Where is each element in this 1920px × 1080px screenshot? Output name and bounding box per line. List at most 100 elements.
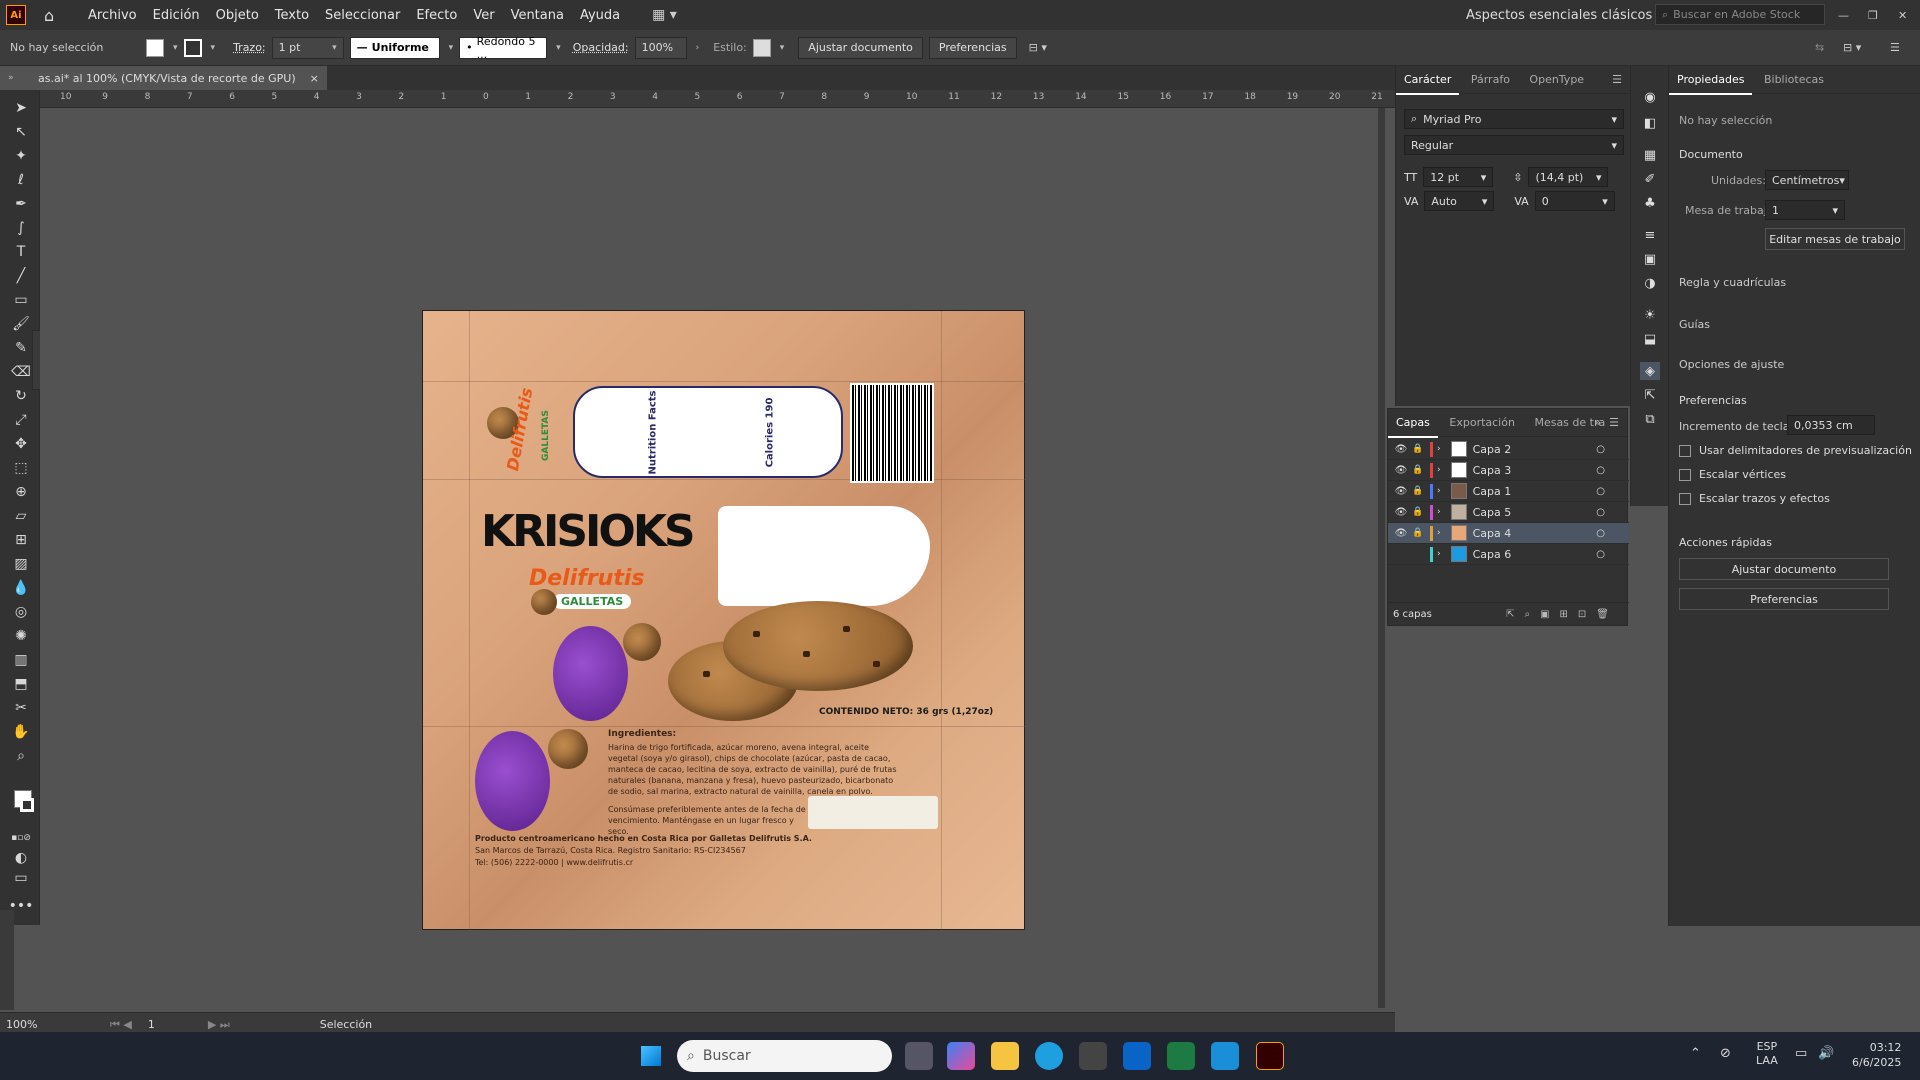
opacity-field[interactable]: 100% [634,36,687,59]
type-tool-icon[interactable]: T [10,242,32,262]
volume-icon[interactable]: 🔊 [1818,1046,1834,1061]
vscode-icon[interactable] [1211,1042,1239,1070]
curvature-tool-icon[interactable]: ∫ [10,218,32,238]
clock[interactable]: 03:12 6/6/2025 [1852,1040,1901,1070]
menu-edicion[interactable]: Edición [145,8,208,23]
network-icon[interactable]: ⊘ [1720,1046,1731,1061]
layer-row[interactable]: 👁 🔒 › Capa 4 ○ [1388,523,1629,544]
menu-efecto[interactable]: Efecto [408,8,465,23]
lasso-icon[interactable]: ℓ [10,170,32,190]
expand-icon[interactable]: » [1594,416,1601,429]
scale-strokes-checkbox[interactable]: Escalar trazos y efectos [1679,492,1830,505]
layer-row[interactable]: 👁 🔒 › Capa 3 ○ [1388,460,1629,481]
selection-tool-icon[interactable]: ➤ [10,98,32,118]
document-tab[interactable]: as.ai* al 100% (CMYK/Vista de recorte de… [0,66,327,90]
rectangle-tool-icon[interactable]: ▭ [10,290,32,310]
artboards-icon[interactable]: ⧉ [1640,410,1660,428]
tab-properties[interactable]: Propiedades [1669,66,1753,95]
menu-texto[interactable]: Texto [267,8,317,23]
draw-mode-icon[interactable]: ◐ [10,848,32,868]
lock-icon[interactable]: 🔒 [1410,465,1426,475]
edge-browser-icon[interactable] [1035,1042,1063,1070]
expand-arrow-icon[interactable]: › [1437,507,1441,517]
eye-icon[interactable]: 👁 [1392,465,1410,476]
eraser-tool-icon[interactable]: ⌫ [10,362,32,382]
lock-icon[interactable]: 🔒 [1410,444,1426,454]
color-guide-icon[interactable]: ◉ [1640,88,1660,106]
preview-bounds-checkbox[interactable]: Usar delimitadores de previsualización [1679,444,1912,457]
restore-icon[interactable]: ❐ [1868,9,1878,22]
symbol-sprayer-icon[interactable]: ✺ [10,626,32,646]
scale-tool-icon[interactable]: ⤢ [10,410,32,430]
tab-opentype[interactable]: OpenType [1521,66,1592,93]
layer-actions[interactable]: ⇱⌕▣⊞⊡🗑 [1506,609,1619,620]
expand-arrow-icon[interactable]: › [1437,549,1441,559]
lock-icon[interactable]: 🔒 [1410,507,1426,517]
panel-menu-icon[interactable]: ☰ [1612,73,1622,86]
color-icon[interactable]: ◧ [1640,114,1660,132]
layers-icon[interactable]: ◈ [1640,362,1660,380]
eyedropper-icon[interactable]: 💧 [10,578,32,598]
menu-ayuda[interactable]: Ayuda [572,8,628,23]
opacity-label[interactable]: Opacidad: [573,41,629,54]
expand-arrow-icon[interactable]: › [1437,444,1441,454]
eye-icon[interactable]: 👁 [1392,444,1410,455]
slice-tool-icon[interactable]: ✂ [10,698,32,718]
zoom-level[interactable]: 100% [0,1018,50,1031]
canvas-area[interactable]: Delifrutis GALLETAS Nutrition Facts Calo… [40,108,1385,1008]
preferences-button[interactable]: Preferencias [928,36,1017,59]
minimize-icon[interactable]: — [1838,9,1849,22]
excel-icon[interactable] [1167,1042,1195,1070]
brushes-icon[interactable]: ✐ [1640,170,1660,188]
leading-field[interactable]: (14,4 pt) ▾ [1528,167,1609,187]
display-icon[interactable]: ▭ [1795,1046,1807,1061]
lock-icon[interactable]: 🔒 [1410,486,1426,496]
target-icon[interactable]: ○ [1596,507,1605,518]
chevron-down-icon[interactable]: ▾ [211,43,216,53]
stroke-swatch[interactable] [183,38,202,57]
menu-ventana[interactable]: Ventana [503,8,572,23]
graphic-style-swatch[interactable] [752,38,771,57]
zoom-tool-icon[interactable]: ⌕ [10,746,32,766]
swatches-icon[interactable]: ▦ [1640,146,1660,164]
adobe-stock-search[interactable]: ⌕ Buscar en Adobe Stock [1655,4,1825,25]
appearance-icon[interactable]: ☀ [1640,306,1660,324]
graphic-styles-icon[interactable]: ⬓ [1640,330,1660,348]
layer-row[interactable]: 👁 🔒 › Capa 1 ○ [1388,481,1629,502]
microsoft-store-icon[interactable] [1079,1042,1107,1070]
scale-corners-checkbox[interactable]: Escalar vértices [1679,468,1786,481]
transparency-icon[interactable]: ◑ [1640,274,1660,292]
column-graph-icon[interactable]: ▥ [10,650,32,670]
workspace-switcher[interactable]: Aspectos esenciales clásicos ▾ [1466,8,1663,23]
hamburger-menu-icon[interactable]: ☰ [1890,41,1900,54]
stroke-weight-field[interactable]: 1 pt ▾ [271,36,344,59]
font-size-field[interactable]: 12 pt ▾ [1423,167,1494,187]
brush-definition[interactable]: • Redondo 5 ... [459,35,548,61]
line-tool-icon[interactable]: ╱ [10,266,32,286]
task-view-icon[interactable] [905,1042,933,1070]
tab-layers[interactable]: Capas [1388,409,1438,438]
puppet-warp-icon[interactable]: ✥ [10,434,32,454]
close-window-icon[interactable]: ✕ [1898,9,1907,22]
menu-objeto[interactable]: Objeto [208,8,267,23]
units-dropdown[interactable]: Centímetros ▾ [1765,170,1849,190]
tray-chevron-icon[interactable]: ⌃ [1690,1046,1701,1061]
tracking-field[interactable]: 0 ▾ [1534,191,1615,211]
font-style-field[interactable]: Regular ▾ [1404,135,1624,155]
hand-tool-icon[interactable]: ✋ [10,722,32,742]
target-icon[interactable]: ○ [1596,444,1605,455]
shape-builder-icon[interactable]: ⊕ [10,482,32,502]
copilot-icon[interactable] [947,1042,975,1070]
panel-menu-icon[interactable]: ⊟ ▾ [1843,41,1861,54]
shaper-tool-icon[interactable]: ✎ [10,338,32,358]
illustrator-taskbar-icon[interactable] [1256,1042,1284,1070]
kerning-field[interactable]: Auto ▾ [1424,191,1495,211]
edit-artboards-button[interactable]: Editar mesas de trabajo [1765,228,1905,250]
color-mode-icon[interactable]: ▪▫⊘ [10,828,32,848]
variable-width-profile[interactable]: — Uniforme [349,36,440,59]
layer-row[interactable]: 👁 🔒 › Capa 2 ○ [1388,439,1629,460]
menu-archivo[interactable]: Archivo [80,8,145,23]
taskbar-search[interactable]: ⌕ Buscar [677,1040,892,1072]
symbols-icon[interactable]: ♣ [1640,194,1660,212]
expand-arrow-icon[interactable]: › [1437,528,1441,538]
